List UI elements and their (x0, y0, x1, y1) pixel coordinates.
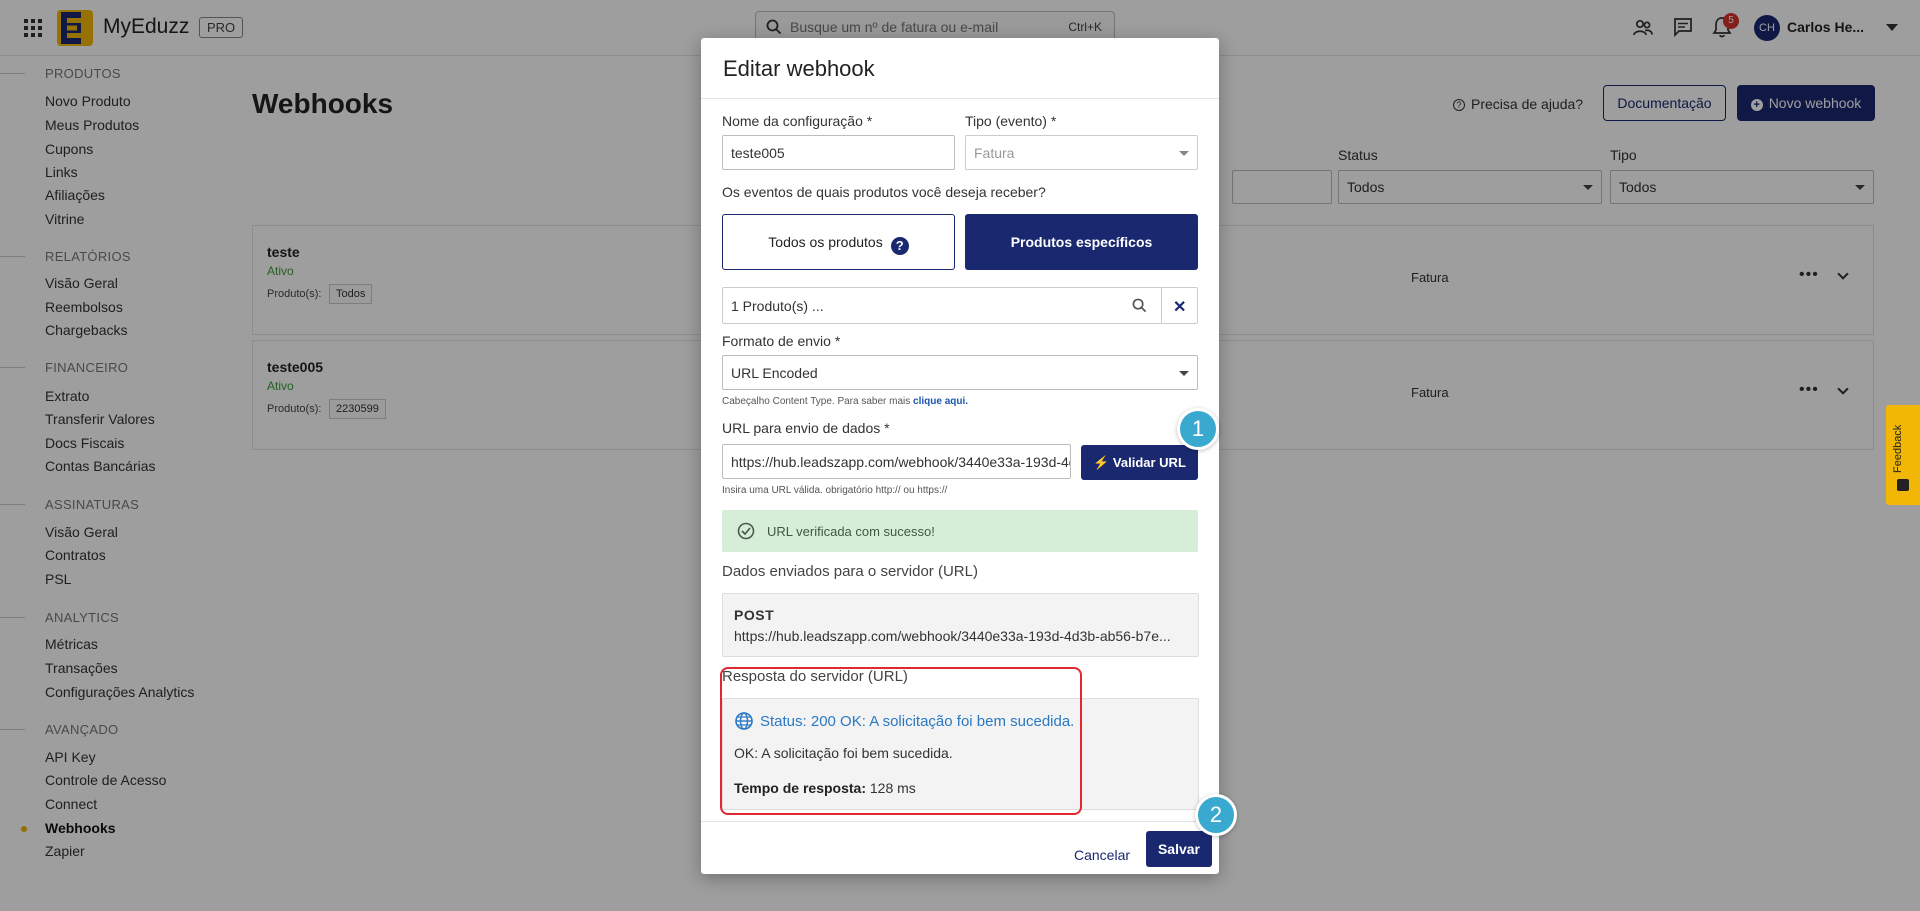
validate-url-button[interactable]: ⚡ Validar URL (1081, 445, 1198, 480)
feedback-tab[interactable]: Feedback (1886, 405, 1920, 505)
divider (701, 98, 1219, 99)
success-message: URL verificada com sucesso! (767, 524, 935, 539)
cancel-button[interactable]: Cancelar (1072, 838, 1132, 871)
divider (1161, 288, 1162, 323)
url-success-alert: URL verificada com sucesso! (722, 510, 1198, 552)
url-input[interactable]: https://hub.leadszapp.com/webhook/3440e3… (722, 444, 1071, 479)
check-circle-icon (737, 522, 755, 540)
learn-more-link[interactable]: clique aqui. (913, 396, 968, 407)
feedback-label: Feedback (1892, 424, 1904, 473)
dialog-title: Editar webhook (723, 56, 875, 81)
products-question: Os eventos de quais produtos você deseja… (722, 184, 1046, 200)
clear-close-icon[interactable]: ✕ (1173, 297, 1186, 317)
request-url: https://hub.leadszapp.com/webhook/3440e3… (734, 628, 1171, 644)
edit-webhook-dialog: Editar webhook Nome da configuração * te… (701, 38, 1219, 874)
sent-data-title: Dados enviados para o servidor (URL) (722, 563, 978, 580)
url-label: URL para envio de dados * (722, 420, 890, 436)
config-name-input[interactable]: teste005 (722, 135, 955, 170)
plug-icon: ⚡ (1093, 454, 1113, 470)
save-button[interactable]: Salvar (1146, 831, 1212, 867)
chevron-down-icon (1179, 151, 1189, 156)
products-selected-value: 1 Produto(s) ... (731, 298, 824, 314)
format-label: Formato de envio * (722, 333, 841, 349)
search-icon[interactable] (1132, 298, 1147, 313)
specific-products-option[interactable]: Produtos específicos (965, 214, 1198, 270)
chevron-down-icon (1179, 371, 1189, 376)
highlight-annotation-box (720, 667, 1082, 815)
event-type-select: Fatura (965, 135, 1198, 170)
request-method: POST (734, 607, 775, 623)
step-badge-2: 2 (1195, 794, 1237, 836)
format-hint: Cabeçalho Content Type. Para saber mais … (722, 396, 969, 407)
all-products-option[interactable]: Todos os produtos? (722, 214, 955, 270)
products-selector[interactable]: 1 Produto(s) ... ✕ (722, 287, 1198, 324)
url-hint: Insira uma URL válida. obrigatório http:… (722, 485, 948, 496)
sent-data-panel: POST https://hub.leadszapp.com/webhook/3… (722, 593, 1199, 657)
help-circle-icon[interactable]: ? (890, 237, 909, 255)
step-badge-1: 1 (1177, 408, 1219, 450)
config-name-label: Nome da configuração * (722, 113, 873, 129)
feedback-smile-icon (1897, 479, 1909, 491)
divider (701, 821, 1219, 822)
event-type-label: Tipo (evento) * (965, 113, 1057, 129)
format-select[interactable]: URL Encoded (722, 355, 1198, 390)
